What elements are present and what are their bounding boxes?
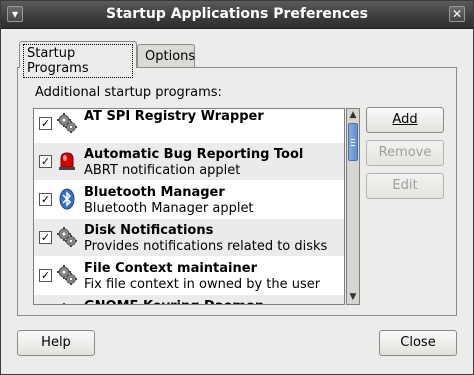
gears-icon [56, 302, 78, 304]
bluetooth-icon [56, 188, 78, 210]
close-button-label: Close [400, 335, 436, 350]
scroll-down-arrow-icon[interactable]: ▼ [347, 291, 359, 304]
program-name: AT SPI Registry Wrapper [84, 109, 264, 124]
program-row[interactable]: ✓ AT SPI Registry Wrapper [34, 109, 344, 142]
program-name: Disk Notifications [84, 223, 214, 238]
program-row[interactable]: ✓ Bluetooth Manager Bluetooth Manager appl… [34, 181, 344, 218]
program-description: ABRT notification applet [84, 163, 241, 178]
program-description: Fix file context in owned by the user [84, 277, 321, 292]
startup-programs-list[interactable]: ✓ AT SPI Registry Wrapper ✓ Automatic Bug R… [33, 108, 345, 305]
program-row[interactable]: ✓ File Context maintainer Fix file context… [34, 257, 344, 294]
program-row[interactable]: ✓ Automatic Bug Reporting Tool ABRT notifi… [34, 143, 344, 180]
program-row[interactable]: ✓ Disk Notifications Provides notification… [34, 219, 344, 256]
gears-icon [56, 264, 78, 286]
program-row[interactable]: ✓GNOME Keyring Daemon [34, 295, 344, 304]
window-title: Startup Applications Preferences [106, 6, 368, 22]
program-name: Automatic Bug Reporting Tool [84, 147, 304, 162]
close-icon: ✕ [451, 7, 463, 21]
gears-icon [56, 112, 78, 134]
remove-button[interactable]: Remove [366, 140, 444, 166]
edit-button[interactable]: Edit [366, 173, 444, 199]
help-button-label: Help [41, 335, 71, 350]
window-close-button[interactable]: ✕ [449, 6, 465, 22]
list-scrollbar[interactable]: ▲ ▼ [346, 108, 360, 305]
tab-startup-programs[interactable]: Startup Programs [19, 41, 137, 78]
gears-icon [56, 226, 78, 248]
program-name: Bluetooth Manager [84, 185, 225, 200]
program-enabled-checkbox[interactable]: ✓ [39, 269, 52, 282]
edit-button-label: Edit [392, 178, 418, 193]
program-enabled-checkbox[interactable]: ✓ [39, 117, 52, 130]
red-alarm-icon [56, 150, 78, 172]
tab-label: Startup Programs [23, 44, 133, 78]
remove-button-label: Remove [378, 145, 432, 160]
close-button[interactable]: Close [379, 330, 457, 356]
scroll-up-arrow-icon[interactable]: ▲ [347, 109, 359, 122]
program-enabled-checkbox[interactable]: ✓ [39, 155, 52, 168]
program-enabled-checkbox[interactable]: ✓ [39, 193, 52, 206]
scroll-thumb[interactable] [348, 123, 358, 161]
startup-programs-panel: Additional startup programs: ✓ AT SPI Reg… [17, 67, 457, 316]
add-button-label: Add [392, 112, 418, 127]
add-button[interactable]: Add [366, 107, 444, 133]
startup-preferences-window: ▾ Startup Applications Preferences ✕ Sta… [0, 0, 474, 375]
program-description: Bluetooth Manager applet [84, 201, 254, 216]
program-description: Provides notifications related to disks [84, 239, 328, 254]
additional-startup-programs-label: Additional startup programs: [35, 85, 222, 100]
program-name: GNOME Keyring Daemon [84, 299, 264, 304]
help-button[interactable]: Help [17, 330, 95, 356]
tab-label: Options [145, 49, 196, 64]
tab-options[interactable]: Options [137, 44, 195, 68]
program-enabled-checkbox[interactable]: ✓ [39, 231, 52, 244]
title-bar[interactable]: ▾ Startup Applications Preferences ✕ [1, 1, 473, 29]
program-name: File Context maintainer [84, 261, 257, 276]
